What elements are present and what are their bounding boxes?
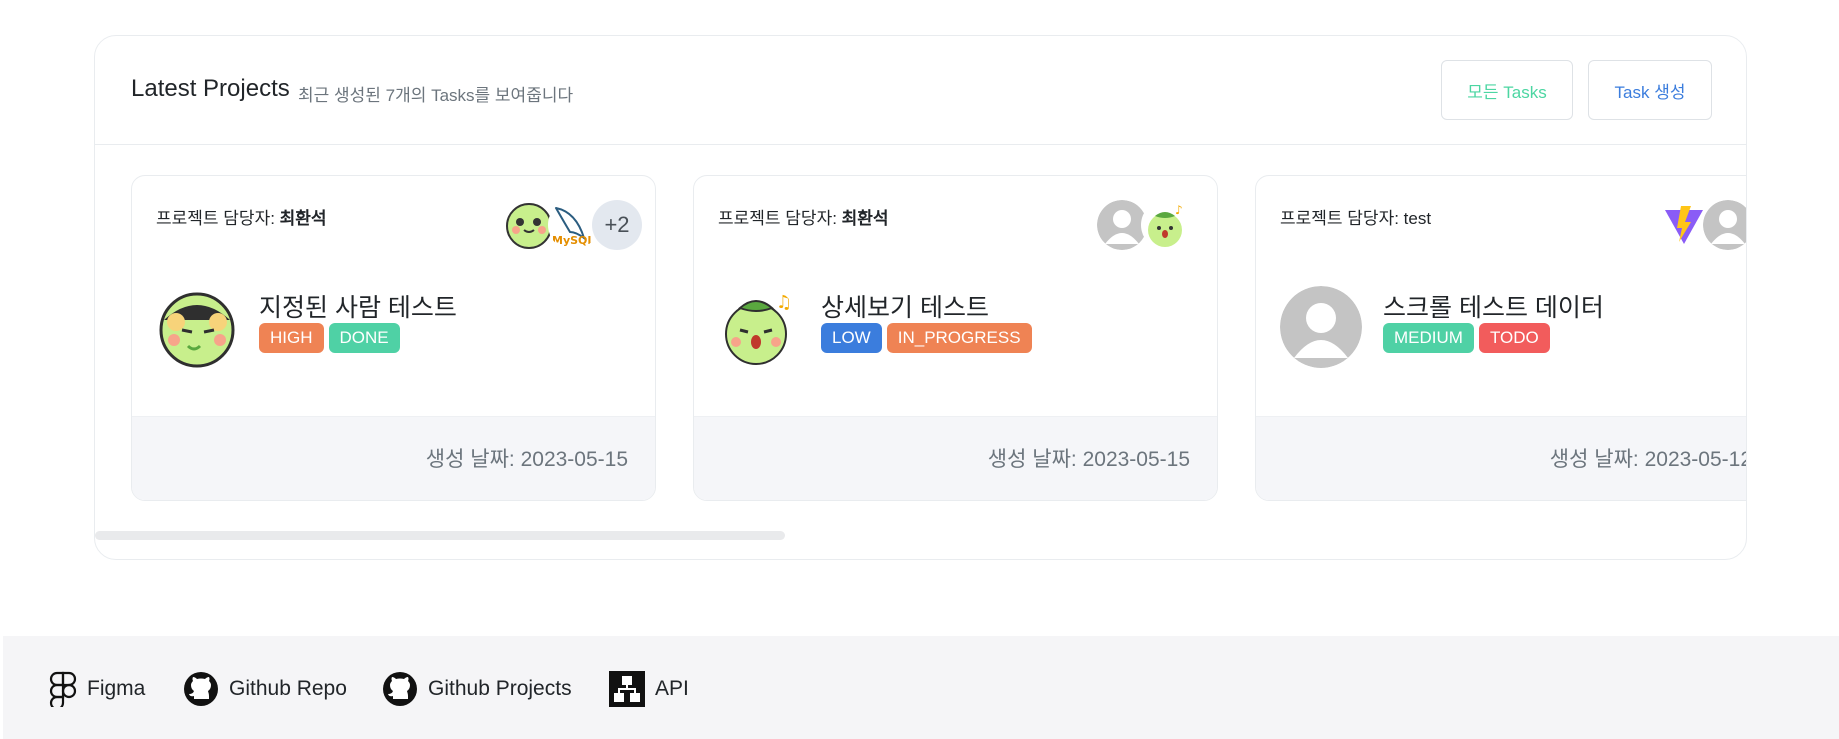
owner-prefix: 프로젝트 담당자: xyxy=(1280,209,1404,228)
created-date: 생성 날짜: 2023-05-12 xyxy=(1549,448,1747,471)
footer-link-api[interactable]: API xyxy=(609,671,689,707)
footer-link-label: Github Projects xyxy=(428,677,572,700)
priority-badge: HIGH xyxy=(259,323,324,353)
card-footer: 생성 날짜: 2023-05-15 xyxy=(132,416,655,500)
horizontal-scrollbar[interactable] xyxy=(95,531,785,540)
vite-logo-icon xyxy=(1659,200,1709,250)
status-badge: IN_PROGRESS xyxy=(886,323,1032,353)
panel-subtitle: 최근 생성된 7개의 Tasks를 보여줍니다 xyxy=(298,86,574,105)
github-icon xyxy=(183,671,219,707)
latest-projects-panel: Latest Projects 최근 생성된 7개의 Tasks를 보여줍니다 … xyxy=(94,35,1747,560)
project-badges: HIGH DONE xyxy=(259,323,400,353)
site-footer: Figma Github Repo Github Projects API xyxy=(3,636,1839,739)
owner-name: 최환석 xyxy=(841,209,889,228)
owner-prefix: 프로젝트 담당자: xyxy=(718,209,842,228)
card-footer: 생성 날짜: 2023-05-12 xyxy=(1256,416,1747,500)
footer-link-label: Figma xyxy=(87,677,146,700)
project-owner: 프로젝트 담당자: 최환석 xyxy=(156,204,327,229)
footer-link-label: Github Repo xyxy=(229,677,347,700)
create-task-button[interactable]: Task 생성 xyxy=(1588,60,1712,120)
owner-prefix: 프로젝트 담당자: xyxy=(156,209,280,228)
mysql-logo-icon: MySQL xyxy=(548,200,598,250)
priority-badge: LOW xyxy=(821,323,882,353)
panel-header: Latest Projects 최근 생성된 7개의 Tasks를 보여줍니다 … xyxy=(95,36,1746,145)
default-user-icon xyxy=(1097,200,1147,250)
svg-text:♫: ♫ xyxy=(776,292,792,313)
footer-link-github-repo[interactable]: Github Repo xyxy=(183,671,347,707)
project-card[interactable]: 프로젝트 담당자: 최환석 ♪ ♫ 상세보기 테스트 LOW IN_PROGRE… xyxy=(693,175,1218,501)
more-assignees-badge: +2 xyxy=(592,200,642,250)
figma-icon xyxy=(49,671,77,707)
project-title: 스크롤 테스트 데이터 xyxy=(1383,294,1604,322)
created-date: 생성 날짜: 2023-05-15 xyxy=(987,448,1190,471)
project-owner: 프로젝트 담당자: test xyxy=(1280,204,1431,229)
project-badges: LOW IN_PROGRESS xyxy=(821,323,1032,353)
footer-link-github-projects[interactable]: Github Projects xyxy=(382,671,572,707)
assignee-avatars: MySQL +2 xyxy=(504,200,642,250)
svg-text:MySQL: MySQL xyxy=(552,234,594,247)
created-date: 생성 날짜: 2023-05-15 xyxy=(425,448,628,471)
project-card[interactable]: 프로젝트 담당자: 최환석 MySQL +2 지정된 사람 테스트 HIGH D… xyxy=(131,175,656,501)
svg-text:♪: ♪ xyxy=(1175,203,1183,217)
assignee-avatars: ♪ xyxy=(1097,200,1191,250)
status-badge: DONE xyxy=(328,323,400,353)
project-badges: MEDIUM TODO xyxy=(1383,323,1550,353)
github-icon xyxy=(382,671,418,707)
status-badge: TODO xyxy=(1478,323,1550,353)
owner-name: 최환석 xyxy=(279,209,327,228)
project-owner: 프로젝트 담당자: 최환석 xyxy=(718,204,889,229)
project-title: 지정된 사람 테스트 xyxy=(259,294,457,322)
all-tasks-button[interactable]: 모든 Tasks xyxy=(1441,60,1573,120)
singing-sprout-icon: ♫ xyxy=(718,286,800,368)
singing-sprout-icon: ♪ xyxy=(1141,200,1191,250)
default-user-icon xyxy=(1703,200,1746,250)
default-user-icon xyxy=(1280,286,1362,368)
footer-link-label: API xyxy=(655,677,689,700)
project-card[interactable]: 프로젝트 담당자: test 스크롤 테스트 데이터 MEDIUM TODO 생… xyxy=(1255,175,1747,501)
panel-title: Latest Projects xyxy=(131,75,290,102)
frog-sticker-icon xyxy=(156,286,238,368)
card-footer: 생성 날짜: 2023-05-15 xyxy=(694,416,1217,500)
project-cards-track[interactable]: 프로젝트 담당자: 최환석 MySQL +2 지정된 사람 테스트 HIGH D… xyxy=(131,175,1747,505)
priority-badge: MEDIUM xyxy=(1383,323,1474,353)
api-diagram-icon xyxy=(609,671,645,707)
owner-name: test xyxy=(1403,209,1432,228)
assignee-avatars xyxy=(1659,200,1746,250)
footer-link-figma[interactable]: Figma xyxy=(49,671,145,707)
frog-sticker-icon xyxy=(504,200,554,250)
project-title: 상세보기 테스트 xyxy=(821,294,989,322)
